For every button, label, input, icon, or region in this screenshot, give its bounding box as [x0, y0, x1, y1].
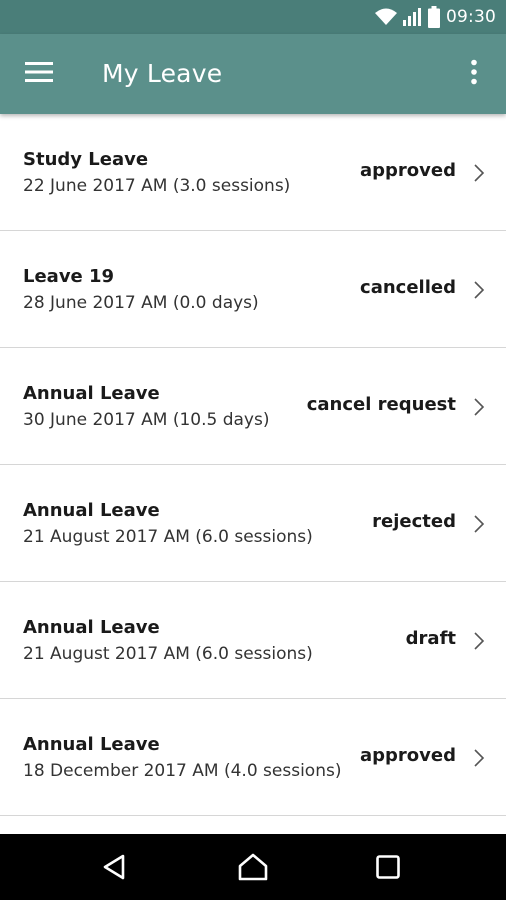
leave-date: 18 December 2017 AM (4.0 sessions) — [23, 761, 342, 781]
leave-status: approved — [360, 745, 456, 766]
leave-status: draft — [405, 628, 456, 649]
leave-status: cancelled — [360, 277, 456, 298]
leave-status: rejected — [372, 511, 456, 532]
chevron-right-icon — [474, 632, 485, 650]
leave-type: Leave 19 — [23, 266, 115, 287]
leave-type: Annual Leave — [23, 617, 160, 638]
signal-icon — [402, 7, 422, 27]
page-title: My Leave — [102, 59, 223, 88]
battery-icon — [428, 6, 440, 28]
leave-type: Study Leave — [23, 149, 149, 170]
leave-list-item[interactable]: Study Leave 22 June 2017 AM (3.0 session… — [0, 114, 506, 231]
more-vert-icon — [470, 59, 478, 89]
leave-list-item[interactable]: Annual Leave 21 August 2017 AM (6.0 sess… — [0, 582, 506, 699]
status-time: 09:30 — [446, 7, 496, 27]
leave-status: cancel request — [306, 394, 456, 415]
screen: 09:30 My Leave Study Leave 22 June 2017 … — [0, 0, 506, 900]
leave-date: 28 June 2017 AM (0.0 days) — [23, 293, 259, 313]
home-button[interactable] — [225, 844, 281, 890]
chevron-right-icon — [474, 281, 485, 299]
recents-button[interactable] — [360, 844, 416, 890]
leave-status: approved — [360, 160, 456, 181]
app-bar: My Leave — [0, 34, 506, 114]
leave-type: Annual Leave — [23, 500, 160, 521]
chevron-right-icon — [474, 164, 485, 182]
recents-icon — [376, 855, 400, 879]
wifi-icon — [374, 7, 398, 27]
leave-list-item[interactable]: Annual Leave 30 June 2017 AM (10.5 days)… — [0, 348, 506, 465]
hamburger-menu-icon — [25, 61, 53, 87]
leave-type: Annual Leave — [23, 734, 160, 755]
back-icon — [103, 854, 125, 880]
leave-list-item[interactable]: Annual Leave 21 August 2017 AM (6.0 sess… — [0, 465, 506, 582]
menu-button[interactable] — [16, 52, 62, 96]
leave-list: Study Leave 22 June 2017 AM (3.0 session… — [0, 114, 506, 834]
leave-list-item[interactable]: Leave 19 28 June 2017 AM (0.0 days) canc… — [0, 231, 506, 348]
leave-date: 30 June 2017 AM (10.5 days) — [23, 410, 270, 430]
leave-list-item[interactable]: Annual Leave 18 December 2017 AM (4.0 se… — [0, 699, 506, 816]
leave-date: 21 August 2017 AM (6.0 sessions) — [23, 527, 313, 547]
home-icon — [238, 853, 268, 881]
back-button[interactable] — [86, 844, 142, 890]
chevron-right-icon — [474, 749, 485, 767]
chevron-right-icon — [474, 398, 485, 416]
navigation-bar — [0, 834, 506, 900]
status-bar: 09:30 — [0, 0, 506, 34]
leave-date: 21 August 2017 AM (6.0 sessions) — [23, 644, 313, 664]
overflow-menu-button[interactable] — [456, 52, 492, 96]
leave-date: 22 June 2017 AM (3.0 sessions) — [23, 176, 291, 196]
chevron-right-icon — [474, 515, 485, 533]
status-icons: 09:30 — [374, 0, 496, 34]
leave-type: Annual Leave — [23, 383, 160, 404]
